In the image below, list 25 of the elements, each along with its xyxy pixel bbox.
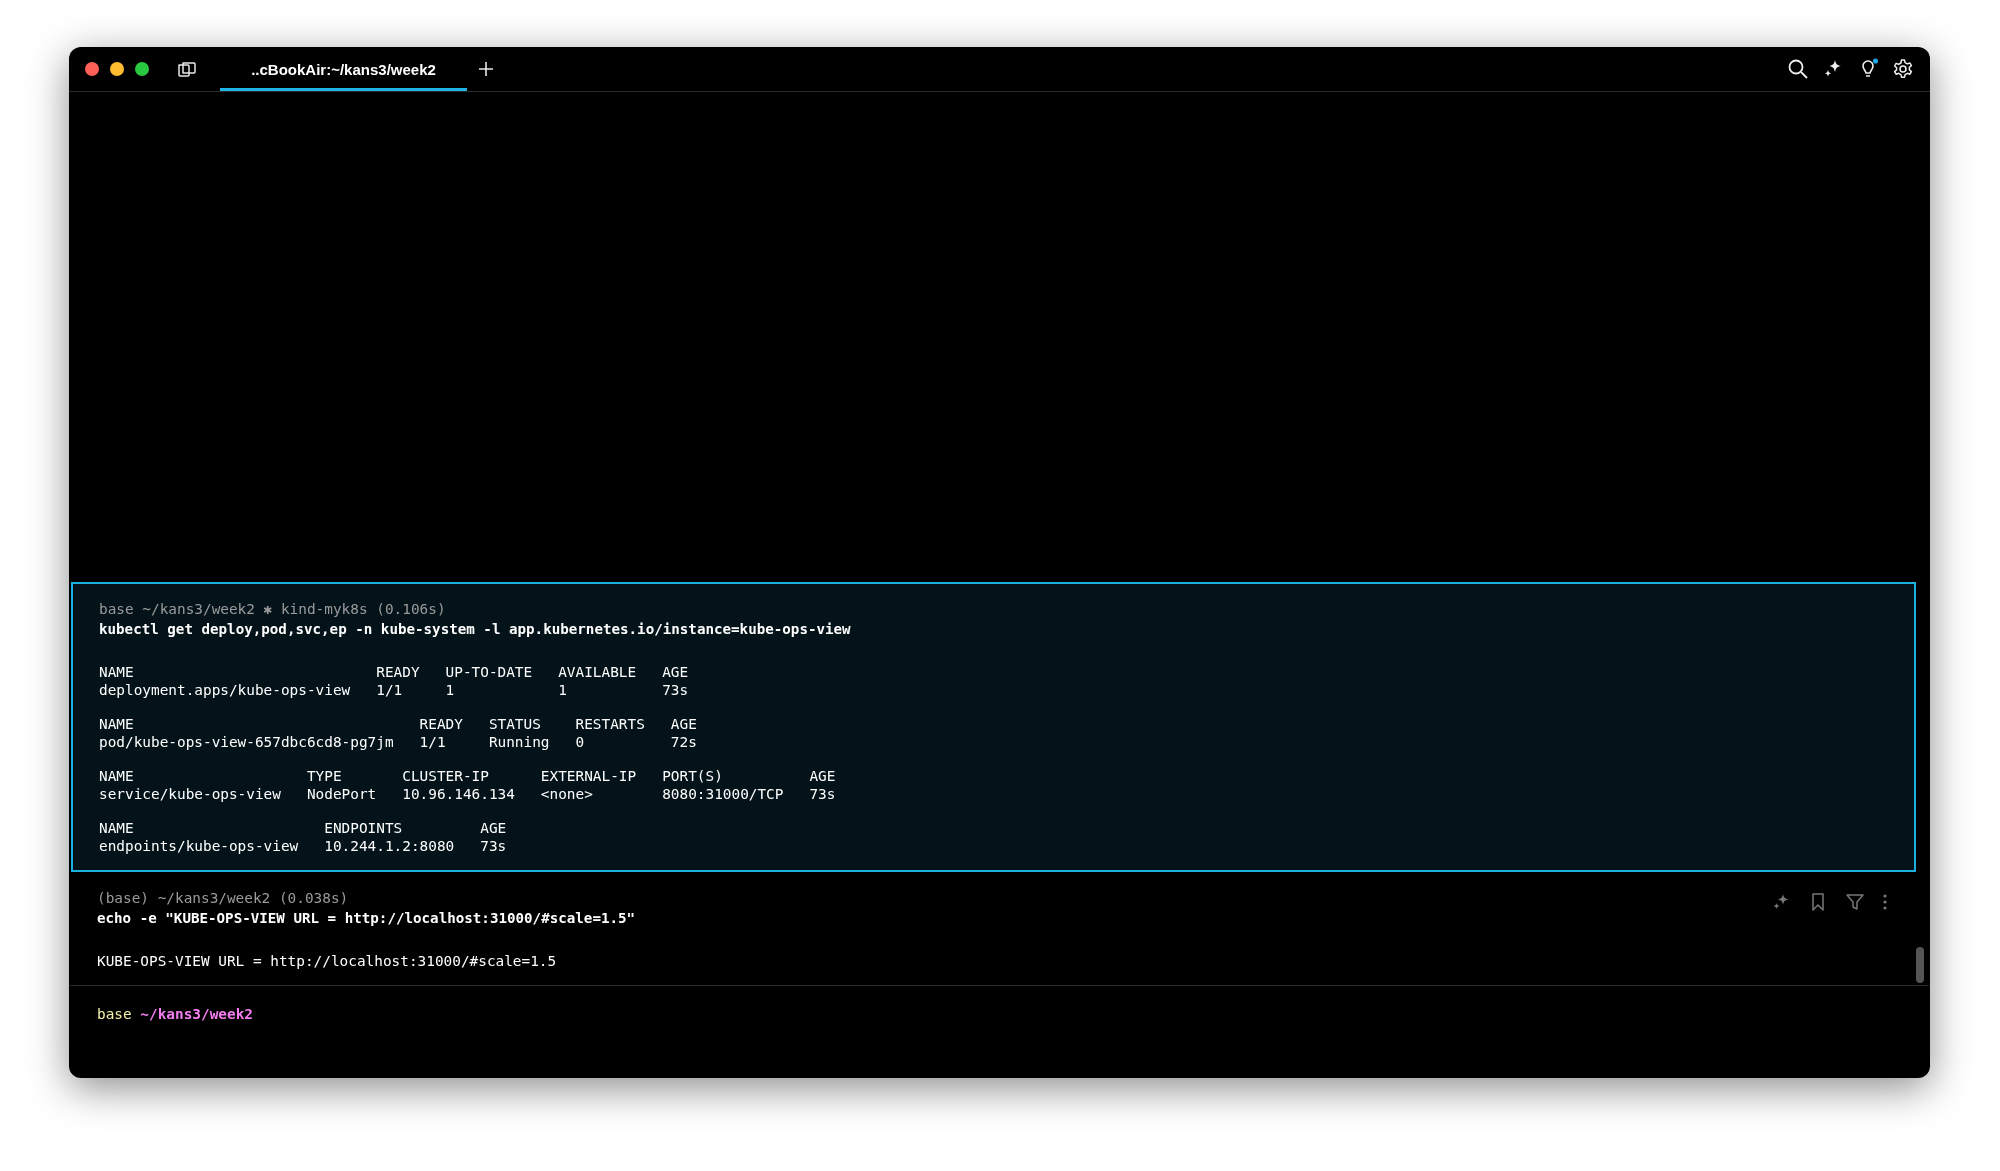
terminal-tab[interactable]: ..cBookAir:~/kans3/week2: [220, 47, 467, 91]
prompt-line: base ~/kans3/week2 ✱ kind-myk8s (0.106s): [99, 600, 446, 618]
close-window-button[interactable]: [85, 62, 99, 76]
search-icon[interactable]: [1787, 58, 1809, 80]
table-row: endpoints/kube-ops-view 10.244.1.2:8080 73s: [99, 837, 507, 855]
minimize-window-button[interactable]: [110, 62, 124, 76]
prompt-line: (base) ~/kans3/week2 (0.038s): [97, 889, 349, 907]
panels-icon[interactable]: [177, 60, 197, 78]
command-line: echo -e "KUBE-OPS-VIEW URL = http://localhost:31000/#scale=1.5": [97, 909, 636, 928]
plus-icon[interactable]: [478, 61, 494, 77]
table-header: NAME TYPE CLUSTER-IP EXTERNAL-IP PORT(S) AGE: [99, 767, 836, 785]
more-options-icon[interactable]: [1882, 892, 1888, 912]
output-line: KUBE-OPS-VIEW URL = http://localhost:31000/#scale=1.5: [97, 952, 557, 970]
table-header: NAME ENDPOINTS AGE: [99, 819, 507, 837]
table-row: deployment.apps/kube-ops-view 1/1 1 1 73s: [99, 681, 689, 699]
table-header: NAME READY STATUS RESTARTS AGE: [99, 715, 697, 733]
command-line: kubectl get deploy,pod,svc,ep -n kube-system -l app.kubernetes.io/instance=kube-ops-view: [99, 620, 851, 639]
input-prompt[interactable]: base ~/kans3/week2: [97, 1005, 253, 1023]
filter-icon[interactable]: [1845, 892, 1865, 912]
table-header: NAME READY UP-TO-DATE AVAILABLE AGE: [99, 663, 689, 681]
gear-icon[interactable]: [1892, 58, 1914, 80]
zoom-window-button[interactable]: [135, 62, 149, 76]
table-row: pod/kube-ops-view-657dbc6cd8-pg7jm 1/1 Running 0 72s: [99, 733, 697, 751]
table-row: service/kube-ops-view NodePort 10.96.146.134 <none> 8080:31000/TCP 73s: [99, 785, 836, 803]
scrollbar-thumb[interactable]: [1916, 947, 1924, 983]
